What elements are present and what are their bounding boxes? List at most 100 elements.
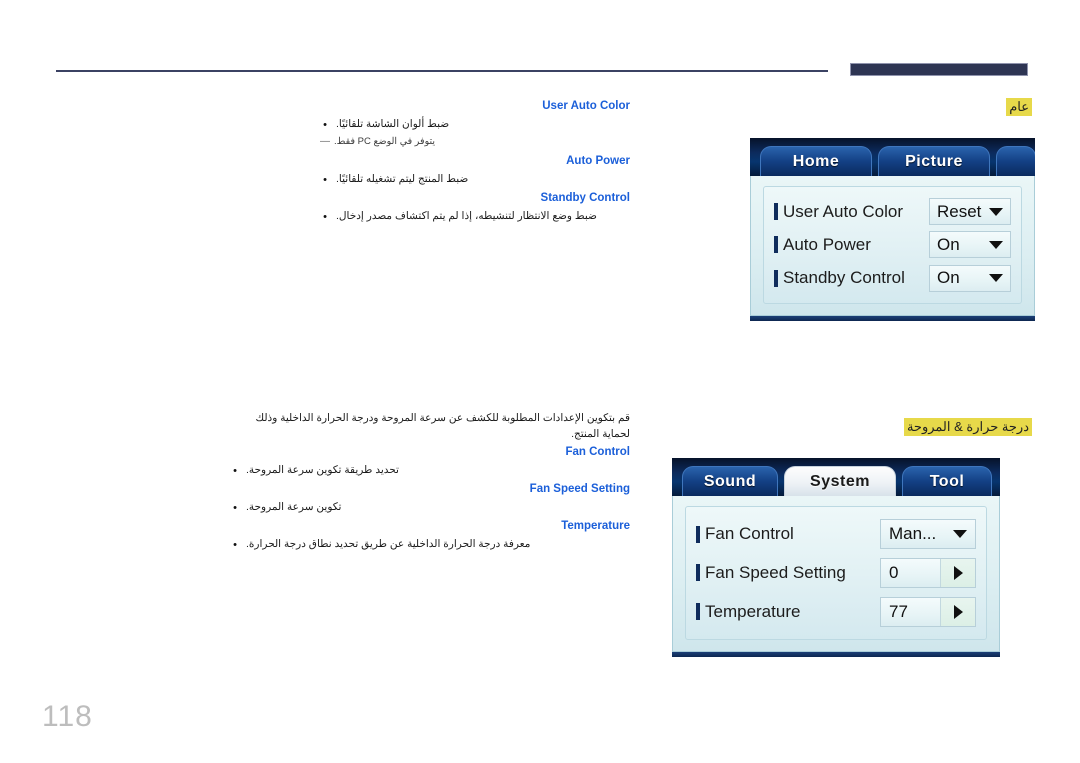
bullet-dot-icon: • bbox=[233, 539, 237, 551]
osd-footer bbox=[750, 316, 1035, 321]
section-2-text-column: قم بتكوين الإعدادات المطلوبة للكشف عن سر… bbox=[230, 410, 630, 555]
section-1-text-column: User Auto Color • ضبط ألوان الشاشة تلقائ… bbox=[320, 98, 630, 227]
osd-value-temperature[interactable]: 77 bbox=[880, 596, 976, 627]
page-number: 118 bbox=[42, 700, 93, 733]
bullet-text: تكوين سرعة المروحة. bbox=[246, 501, 342, 513]
note-dash-icon: ― bbox=[320, 136, 330, 147]
osd-row-standby-control[interactable]: Standby Control On bbox=[774, 264, 1011, 292]
section-label-temperature-fan: درجة حرارة & المروحة bbox=[903, 418, 1032, 436]
osd-panel-system: Sound System Tool Fan Control Man... Fan… bbox=[672, 458, 1000, 657]
bullet-item: • تحديد طريقة تكوين سرعة المروحة. bbox=[230, 463, 630, 479]
osd-value-fan-speed-setting[interactable]: 0 bbox=[880, 557, 976, 588]
header-bar bbox=[850, 63, 1028, 76]
bullet-text: تحديد طريقة تكوين سرعة المروحة. bbox=[246, 464, 399, 476]
osd-row-label: Auto Power bbox=[783, 234, 871, 254]
osd-value-text: Reset bbox=[937, 201, 982, 221]
bullet-dot-icon: • bbox=[323, 119, 327, 131]
osd-tab-picture[interactable]: Picture bbox=[878, 146, 990, 176]
osd-row-fan-speed-setting[interactable]: Fan Speed Setting 0 bbox=[696, 557, 976, 588]
osd-footer bbox=[672, 652, 1000, 657]
osd-value-fan-control[interactable]: Man... bbox=[880, 519, 976, 550]
bullet-dot-icon: • bbox=[323, 174, 327, 186]
osd-value-user-auto-color[interactable]: Reset bbox=[929, 198, 1011, 226]
bullet-dot-icon: • bbox=[233, 465, 237, 477]
osd-bullet-icon bbox=[696, 564, 700, 582]
osd-value-text: 0 bbox=[889, 562, 899, 582]
osd-bullet-icon bbox=[696, 525, 700, 543]
bullet-text: ضبط المنتج ليتم تشغيله تلقائيًا. bbox=[336, 173, 469, 185]
osd-list: User Auto Color Reset Auto Power On Stan… bbox=[763, 186, 1022, 304]
osd-row-label: Standby Control bbox=[783, 268, 905, 288]
bullet-dot-icon: • bbox=[323, 211, 327, 223]
osd-body: User Auto Color Reset Auto Power On Stan… bbox=[750, 176, 1035, 316]
chevron-down-icon bbox=[953, 530, 967, 539]
osd-bullet-icon bbox=[774, 269, 778, 287]
osd-row-temperature[interactable]: Temperature 77 bbox=[696, 596, 976, 627]
osd-value-text: On bbox=[937, 234, 960, 254]
osd-row-label-group: User Auto Color bbox=[774, 202, 903, 222]
osd-tab-label: System bbox=[810, 472, 870, 490]
osd-row-label: User Auto Color bbox=[783, 201, 903, 221]
stepper-next-button[interactable] bbox=[940, 597, 975, 626]
osd-row-label: Temperature bbox=[705, 601, 801, 621]
chevron-down-icon bbox=[989, 207, 1003, 216]
osd-row-label: Fan Speed Setting bbox=[705, 562, 846, 582]
chevron-down-icon bbox=[989, 274, 1003, 283]
bullet-text: ضبط وضع الانتظار لتنشيطه، إذا لم يتم اكت… bbox=[336, 210, 597, 222]
osd-tab-sound[interactable]: Sound bbox=[682, 466, 778, 496]
osd-row-label-group: Temperature bbox=[696, 602, 800, 622]
subheading-auto-power: Auto Power bbox=[566, 155, 630, 167]
osd-row-label-group: Fan Speed Setting bbox=[696, 563, 846, 583]
osd-value-text: On bbox=[937, 268, 960, 288]
bullet-item: • ضبط ألوان الشاشة تلقائيًا. bbox=[320, 117, 630, 133]
osd-row-label-group: Auto Power bbox=[774, 235, 871, 255]
osd-tab-system[interactable]: System bbox=[784, 466, 896, 496]
osd-bullet-icon bbox=[774, 203, 778, 221]
header-rule bbox=[56, 70, 828, 72]
note-item: ― يتوفر في الوضع PC فقط. bbox=[320, 135, 630, 149]
osd-value-auto-power[interactable]: On bbox=[929, 231, 1011, 259]
subheading-fan-control: Fan Control bbox=[565, 446, 630, 458]
osd-tab-label: Picture bbox=[905, 152, 963, 170]
osd-row-label: Fan Control bbox=[705, 524, 794, 544]
osd-tab-label: Home bbox=[792, 152, 840, 170]
bullet-item: • معرفة درجة الحرارة الداخلية عن طريق تح… bbox=[230, 537, 630, 553]
subheading-standby-control: Standby Control bbox=[540, 192, 630, 204]
osd-panel-general: Home Picture User Auto Color Reset Auto … bbox=[750, 138, 1035, 321]
bullet-item: • تكوين سرعة المروحة. bbox=[230, 500, 630, 516]
section-intro-paragraph: قم بتكوين الإعدادات المطلوبة للكشف عن سر… bbox=[255, 412, 631, 440]
osd-row-label-group: Standby Control bbox=[774, 268, 905, 288]
chevron-down-icon bbox=[989, 240, 1003, 249]
subheading-fan-speed-setting: Fan Speed Setting bbox=[529, 483, 630, 495]
bullet-text: معرفة درجة الحرارة الداخلية عن طريق تحدي… bbox=[246, 538, 531, 550]
chevron-right-icon bbox=[953, 604, 963, 619]
bullet-item: • ضبط وضع الانتظار لتنشيطه، إذا لم يتم ا… bbox=[320, 209, 630, 225]
osd-list: Fan Control Man... Fan Speed Setting 0 T… bbox=[685, 506, 987, 640]
section-label-general: عام bbox=[1006, 98, 1032, 116]
osd-tabbar: Home Picture bbox=[750, 138, 1035, 176]
subheading-user-auto-color: User Auto Color bbox=[542, 100, 630, 112]
osd-tab-next-partial[interactable] bbox=[996, 146, 1035, 176]
bullet-item: • ضبط المنتج ليتم تشغيله تلقائيًا. bbox=[320, 172, 630, 188]
osd-value-text: Man... bbox=[889, 524, 937, 544]
osd-row-fan-control[interactable]: Fan Control Man... bbox=[696, 519, 976, 550]
osd-tab-label: Sound bbox=[703, 472, 757, 490]
bullet-dot-icon: • bbox=[233, 502, 237, 514]
osd-value-standby-control[interactable]: On bbox=[929, 264, 1011, 292]
osd-tab-home[interactable]: Home bbox=[760, 146, 872, 176]
osd-tab-label: Tool bbox=[929, 472, 965, 490]
osd-bullet-icon bbox=[696, 603, 700, 621]
osd-bullet-icon bbox=[774, 236, 778, 254]
stepper-next-button[interactable] bbox=[940, 558, 975, 587]
bullet-text: ضبط ألوان الشاشة تلقائيًا. bbox=[336, 118, 450, 130]
osd-row-label-group: Fan Control bbox=[696, 524, 794, 544]
osd-body: Fan Control Man... Fan Speed Setting 0 T… bbox=[672, 496, 1000, 652]
osd-value-text: 77 bbox=[889, 601, 908, 621]
osd-row-user-auto-color[interactable]: User Auto Color Reset bbox=[774, 198, 1011, 226]
chevron-right-icon bbox=[953, 565, 963, 580]
subheading-temperature: Temperature bbox=[561, 520, 630, 532]
osd-tabbar: Sound System Tool bbox=[672, 458, 1000, 496]
osd-tab-tool[interactable]: Tool bbox=[902, 466, 992, 496]
osd-row-auto-power[interactable]: Auto Power On bbox=[774, 231, 1011, 259]
note-text: يتوفر في الوضع PC فقط. bbox=[334, 136, 436, 147]
